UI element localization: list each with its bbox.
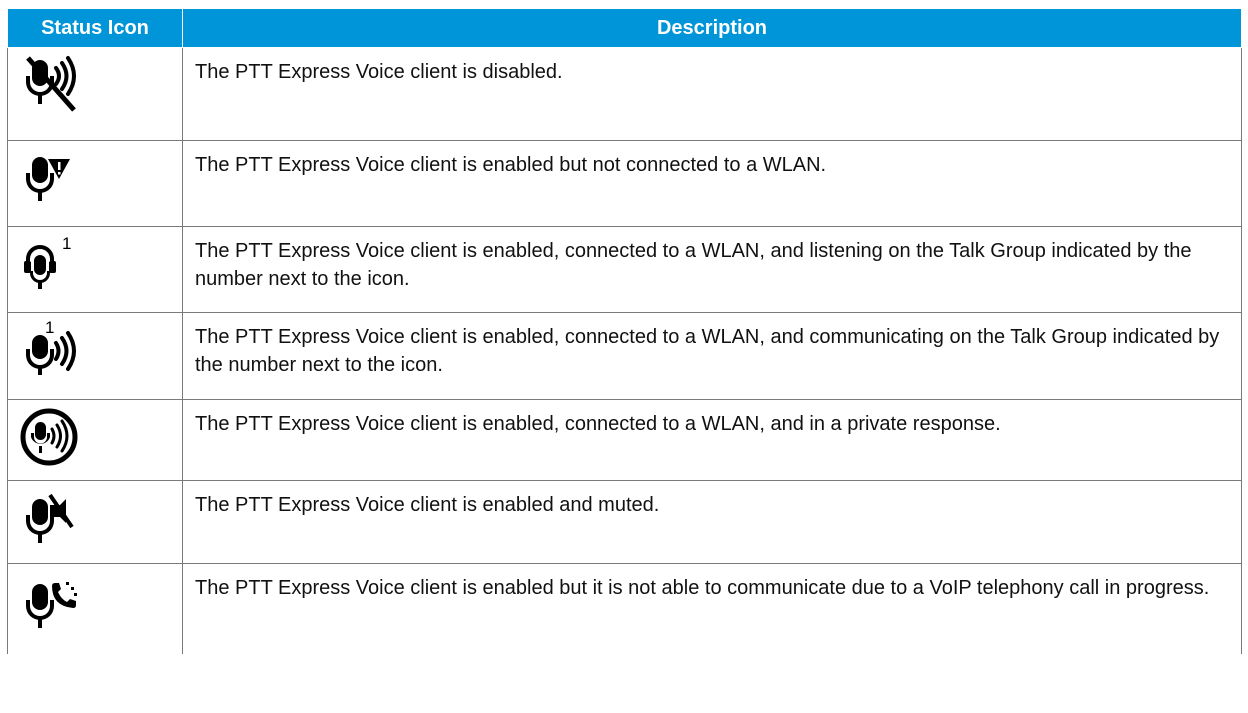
- status-icon-cell: 1: [7, 226, 183, 313]
- mic-communicating-icon: 1: [16, 317, 88, 383]
- mic-private-response-icon: [16, 404, 88, 470]
- description-cell: The PTT Express Voice client is enabled,…: [182, 312, 1242, 400]
- status-icon-cell: 1: [7, 312, 183, 400]
- mic-muted-icon: [16, 485, 88, 551]
- table-row: The PTT Express Voice client is enabled,…: [7, 399, 1242, 481]
- table-row: The PTT Express Voice client is disabled…: [7, 47, 1242, 141]
- status-icon-cell: [7, 480, 183, 564]
- table-row: The PTT Express Voice client is enabled …: [7, 140, 1242, 227]
- mic-voip-call-icon: [16, 568, 88, 634]
- status-icon-cell: [7, 47, 183, 141]
- mic-disabled-icon: [16, 52, 88, 118]
- description-cell: The PTT Express Voice client is enabled,…: [182, 399, 1242, 481]
- status-icon-cell: [7, 563, 183, 654]
- table-row: 1 The PTT Express Voice client is enable…: [7, 312, 1242, 400]
- talk-group-number: 1: [45, 318, 54, 337]
- status-icon-table: Status Icon Description The PTT Express …: [7, 8, 1242, 654]
- table-header-row: Status Icon Description: [7, 8, 1242, 48]
- header-description: Description: [182, 8, 1242, 48]
- description-cell: The PTT Express Voice client is enabled …: [182, 563, 1242, 654]
- status-icon-cell: [7, 140, 183, 227]
- header-status-icon: Status Icon: [7, 8, 183, 48]
- description-cell: The PTT Express Voice client is enabled …: [182, 140, 1242, 227]
- talk-group-number: 1: [62, 234, 71, 253]
- mic-no-wlan-icon: [16, 145, 88, 211]
- table-row: The PTT Express Voice client is enabled …: [7, 563, 1242, 654]
- table-row: The PTT Express Voice client is enabled …: [7, 480, 1242, 564]
- status-icon-cell: [7, 399, 183, 481]
- description-cell: The PTT Express Voice client is enabled …: [182, 480, 1242, 564]
- headset-listening-icon: 1: [16, 231, 88, 297]
- table-row: 1 The PTT Express Voice client is enable…: [7, 226, 1242, 313]
- description-cell: The PTT Express Voice client is disabled…: [182, 47, 1242, 141]
- description-cell: The PTT Express Voice client is enabled,…: [182, 226, 1242, 313]
